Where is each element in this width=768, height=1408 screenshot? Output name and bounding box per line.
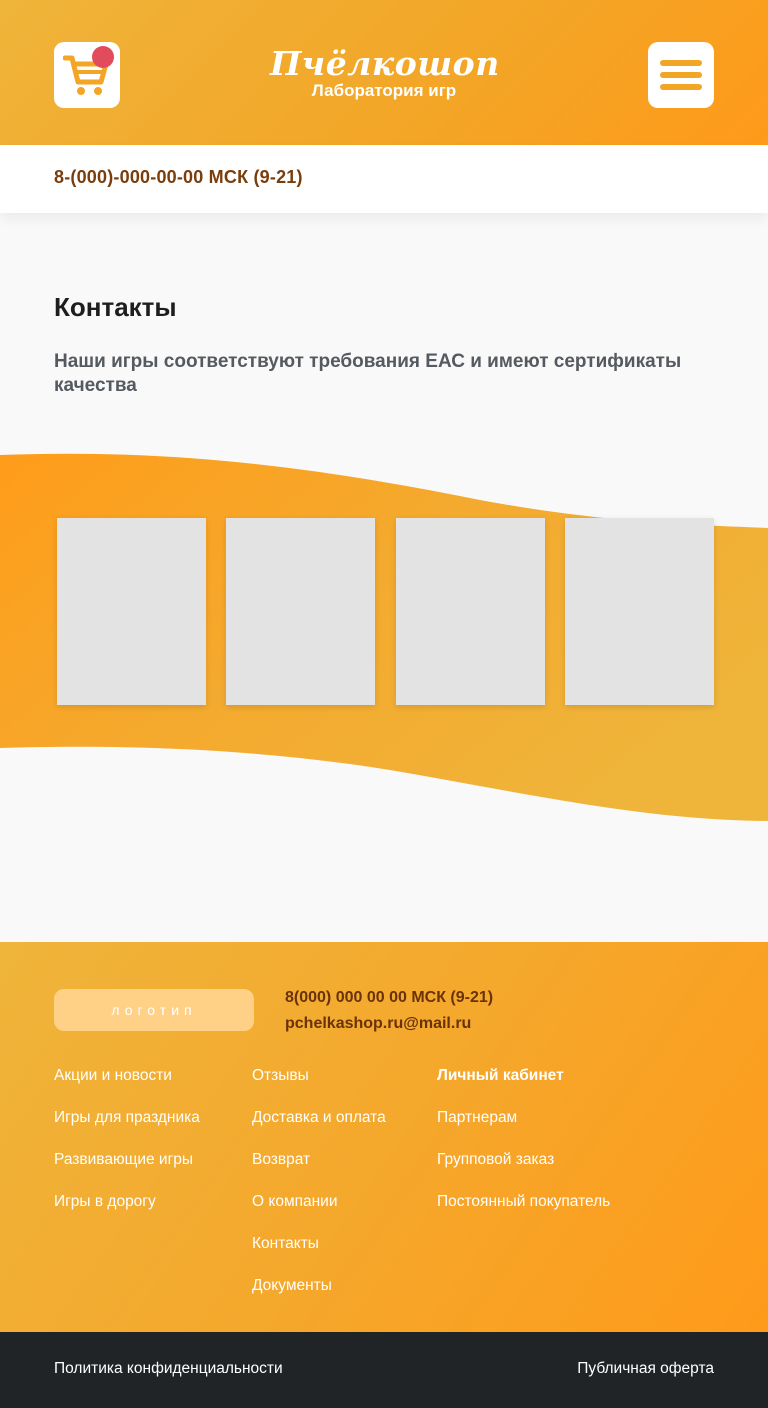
footer-logo-button[interactable]: логотип (54, 989, 254, 1031)
footer-email-link[interactable]: pchelkashop.ru@mail.ru (285, 1015, 471, 1033)
footer-link-reviews[interactable]: Отзывы (252, 1067, 309, 1085)
footer-link-contacts[interactable]: Контакты (252, 1235, 319, 1253)
footer-link-regular-customer[interactable]: Постоянный покупатель (437, 1193, 610, 1211)
bottom-bar: Политика конфиденциальности Публичная оф… (0, 1332, 768, 1408)
menu-button[interactable] (648, 42, 714, 108)
footer-link-documents[interactable]: Документы (252, 1277, 332, 1295)
footer-link-returns[interactable]: Возврат (252, 1151, 310, 1169)
certificate-image[interactable] (565, 518, 714, 705)
page-title: Контакты (54, 292, 177, 322)
page-subtitle: Наши игры соответствуют требования ЕАС и… (54, 351, 682, 396)
footer-link-account[interactable]: Личный кабинет (437, 1067, 564, 1085)
site-logo[interactable]: Пчёлкошоп Лаборатория игр (270, 44, 500, 114)
footer-link-partners[interactable]: Партнерам (437, 1109, 517, 1127)
cart-button[interactable] (54, 42, 120, 108)
header-phone-link[interactable]: 8-(000)-000-00-00 МСК (9-21) (54, 167, 303, 188)
logo-name: Пчёлкошоп (270, 44, 500, 83)
privacy-policy-link[interactable]: Политика конфиденциальности (54, 1360, 283, 1378)
footer-phone-link[interactable]: 8(000) 000 00 00 МСК (9-21) (285, 989, 493, 1007)
footer-link-educational-games[interactable]: Развивающие игры (54, 1151, 193, 1169)
footer-link-group-order[interactable]: Групповой заказ (437, 1151, 554, 1169)
certificate-image[interactable] (226, 518, 375, 705)
certificate-image[interactable] (396, 518, 545, 705)
cart-notification-badge (92, 46, 114, 68)
footer-link-about[interactable]: О компании (252, 1193, 338, 1211)
certificate-image[interactable] (57, 518, 206, 705)
footer-link-delivery-payment[interactable]: Доставка и оплата (252, 1109, 386, 1127)
footer-link-party-games[interactable]: Игры для праздника (54, 1109, 200, 1127)
public-offer-link[interactable]: Публичная оферта (577, 1360, 714, 1378)
logo-tagline: Лаборатория игр (311, 81, 457, 100)
site-header: Пчёлкошоп Лаборатория игр (0, 0, 768, 145)
site-footer: логотип 8(000) 000 00 00 МСК (9-21) pche… (0, 942, 768, 1332)
footer-link-travel-games[interactable]: Игры в дорогу (54, 1193, 156, 1211)
footer-link-promotions[interactable]: Акции и новости (54, 1067, 172, 1085)
phone-bar: 8-(000)-000-00-00 МСК (9-21) (0, 145, 768, 213)
